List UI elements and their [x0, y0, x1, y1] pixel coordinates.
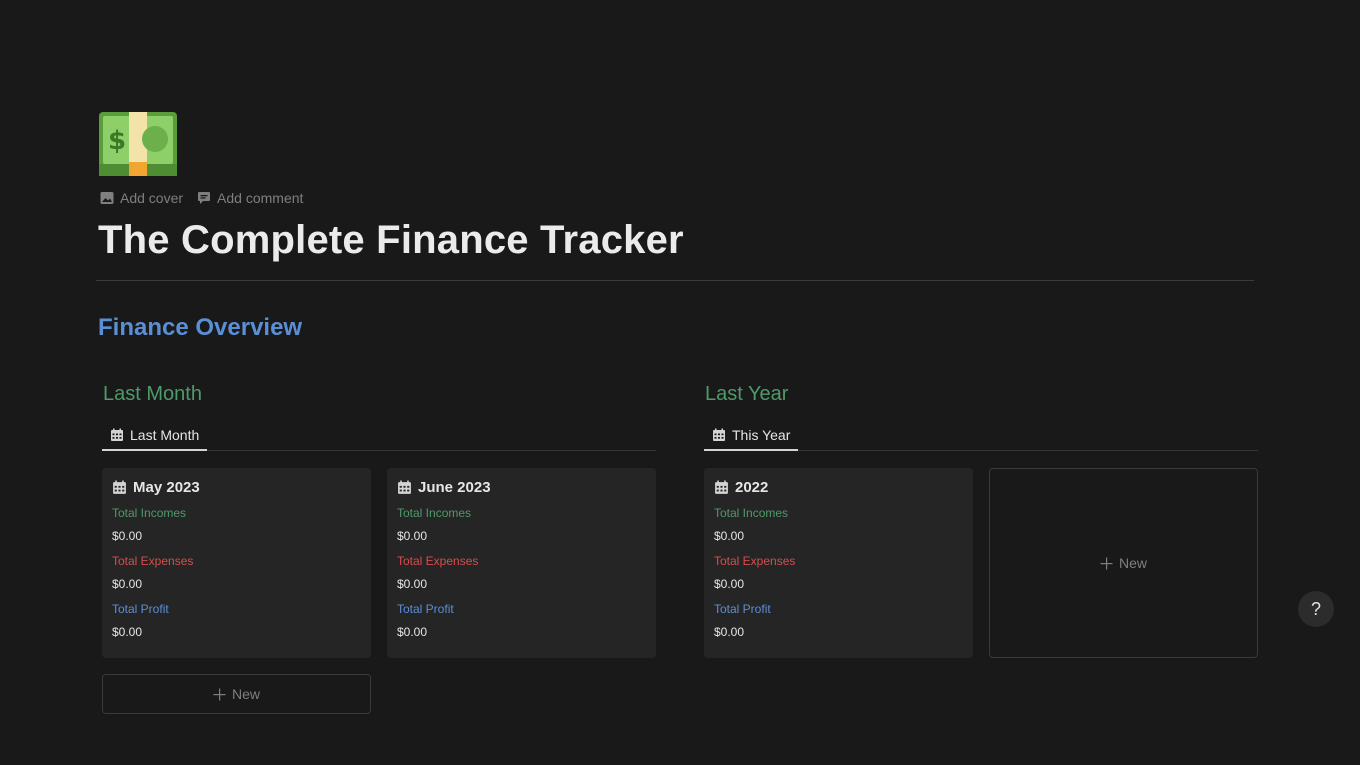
last-month-heading: Last Month — [103, 383, 202, 405]
calendar-icon — [111, 428, 123, 441]
page-title[interactable]: The Complete Finance Tracker — [98, 218, 684, 263]
new-year-button[interactable]: New — [989, 468, 1258, 658]
add-comment-label: Add comment — [217, 190, 304, 206]
tab-label: This Year — [732, 427, 791, 443]
total-incomes-label: Total Incomes — [112, 506, 187, 520]
total-expenses-value: $0.00 — [112, 577, 143, 591]
month-card[interactable]: May 2023 Total Incomes $0.00 Total Expen… — [102, 468, 371, 658]
total-profit-value: $0.00 — [714, 625, 745, 639]
comment-icon — [198, 192, 211, 204]
total-expenses-value: $0.00 — [714, 577, 745, 591]
total-profit-value: $0.00 — [112, 625, 143, 639]
card-title: June 2023 — [418, 478, 491, 496]
add-comment-button[interactable]: Add comment — [197, 190, 303, 206]
image-icon — [100, 192, 114, 204]
total-incomes-value: $0.00 — [112, 529, 143, 543]
total-incomes-label: Total Incomes — [397, 506, 472, 520]
last-month-view-tabs: Last Month — [102, 421, 656, 451]
total-profit-label: Total Profit — [714, 602, 771, 616]
card-title: May 2023 — [133, 478, 200, 496]
total-expenses-label: Total Expenses — [397, 554, 479, 568]
calendar-icon — [113, 480, 126, 494]
calendar-icon — [715, 480, 728, 494]
tab-last-month[interactable]: Last Month — [102, 421, 208, 451]
total-incomes-label: Total Incomes — [714, 506, 789, 520]
plus-icon — [213, 688, 226, 700]
total-incomes-value: $0.00 — [397, 529, 428, 543]
page-controls: Add cover Add comment — [100, 190, 303, 206]
year-card[interactable]: 2022 Total Incomes $0.00 Total Expenses … — [704, 468, 973, 658]
last-year-heading: Last Year — [705, 383, 789, 405]
calendar-icon — [713, 428, 725, 441]
calendar-icon — [398, 480, 411, 494]
new-month-button[interactable]: New — [102, 674, 371, 714]
total-expenses-label: Total Expenses — [714, 554, 796, 568]
page: $ Add cover Add comment The Complete Fin… — [0, 0, 1360, 765]
help-button[interactable]: ? — [1298, 591, 1334, 627]
card-title: 2022 — [735, 478, 769, 496]
plus-icon — [1100, 557, 1113, 569]
total-profit-label: Total Profit — [112, 602, 169, 616]
add-cover-button[interactable]: Add cover — [100, 190, 183, 206]
last-year-view-tabs: This Year — [704, 421, 1258, 451]
total-expenses-label: Total Expenses — [112, 554, 194, 568]
money-bill-icon[interactable]: $ — [99, 112, 177, 176]
divider — [96, 280, 1254, 281]
total-profit-label: Total Profit — [397, 602, 454, 616]
total-expenses-value: $0.00 — [397, 577, 428, 591]
total-profit-value: $0.00 — [397, 625, 428, 639]
finance-overview-heading: Finance Overview — [98, 314, 303, 341]
svg-text:$: $ — [108, 126, 126, 156]
tab-this-year[interactable]: This Year — [704, 421, 799, 451]
new-label: New — [231, 686, 260, 702]
tab-label: Last Month — [130, 427, 200, 443]
new-label: New — [1118, 555, 1147, 571]
total-incomes-value: $0.00 — [714, 529, 745, 543]
add-cover-label: Add cover — [120, 190, 184, 206]
month-card[interactable]: June 2023 Total Incomes $0.00 Total Expe… — [387, 468, 656, 658]
